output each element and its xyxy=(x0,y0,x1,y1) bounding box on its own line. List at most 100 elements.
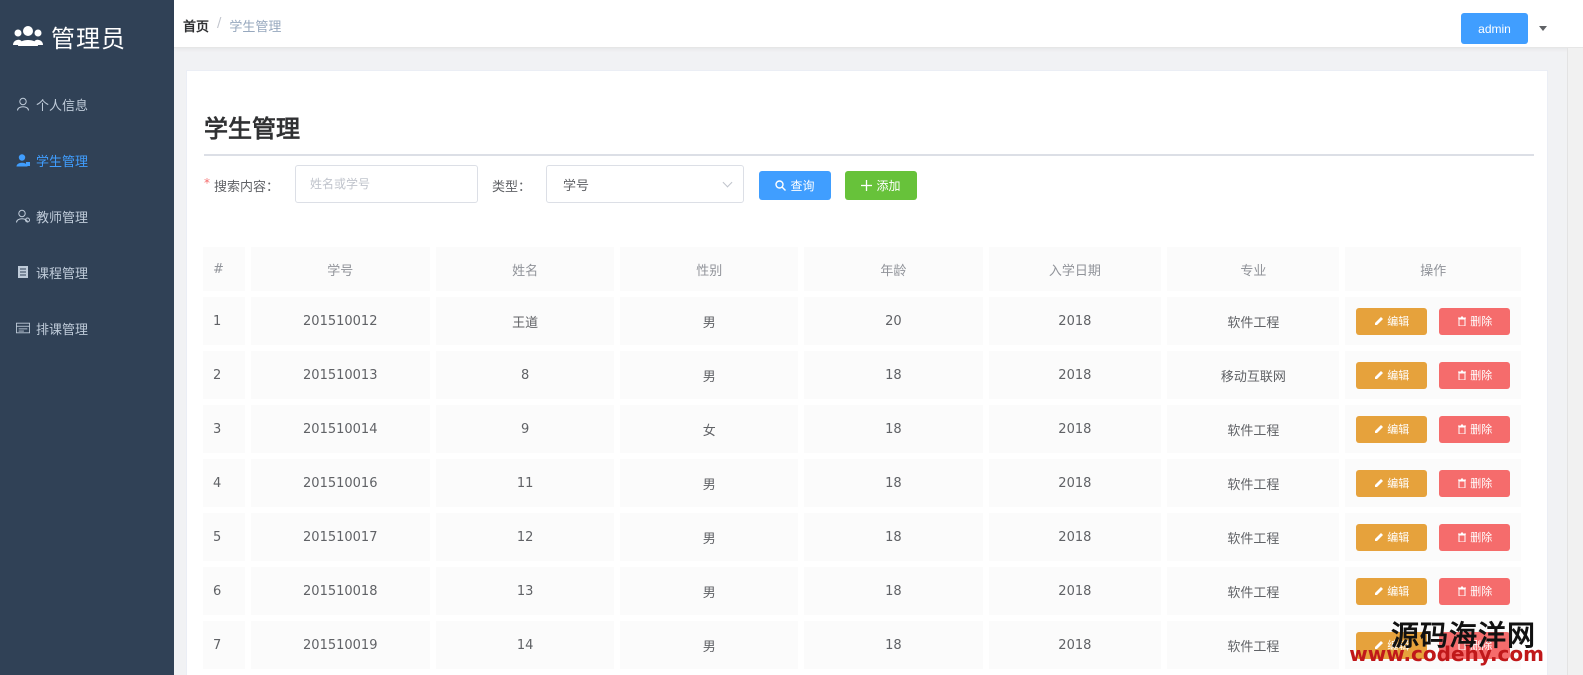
table-cell: 201510016 xyxy=(250,459,431,507)
table-row: 7 201510019 14 男 18 2018 软件工程 编辑 删除 xyxy=(203,621,1521,669)
book-icon xyxy=(18,266,28,278)
table-row: 6 201510018 13 男 18 2018 软件工程 编辑 删除 xyxy=(203,567,1521,615)
table-cell: 18 xyxy=(804,351,983,399)
delete-button[interactable]: 删除 xyxy=(1439,577,1511,605)
delete-button[interactable]: 删除 xyxy=(1439,523,1511,551)
edit-button[interactable]: 编辑 xyxy=(1356,307,1428,335)
delete-button[interactable]: 删除 xyxy=(1439,469,1511,497)
table-cell: 男 xyxy=(620,459,799,507)
table-cell: 18 xyxy=(804,513,983,561)
sidebar-item-teachers[interactable]: 教师管理 xyxy=(0,188,174,244)
query-button-label: 查询 xyxy=(790,179,815,193)
table-cell-actions: 编辑 删除 xyxy=(1345,405,1521,453)
delete-button-label: 删除 xyxy=(1470,478,1493,490)
trash-icon xyxy=(1458,640,1467,650)
table-row: 1 201510012 王道男 20 2018 软件工程 编辑 删除 xyxy=(203,297,1521,345)
required-mark: * xyxy=(204,176,210,190)
column-header: 学号 xyxy=(250,247,431,291)
user-menu-button[interactable]: admin xyxy=(1461,13,1528,44)
edit-button-label: 编辑 xyxy=(1387,370,1410,382)
edit-icon xyxy=(1375,371,1384,379)
table-cell: 201510012 xyxy=(250,297,431,345)
trash-icon xyxy=(1458,316,1467,326)
table-cell: 软件工程 xyxy=(1167,513,1340,561)
row-actions: 编辑 删除 xyxy=(1345,523,1521,551)
table-cell: 2018 xyxy=(988,459,1162,507)
delete-button[interactable]: 删除 xyxy=(1439,415,1511,443)
edit-button-label: 编辑 xyxy=(1387,478,1410,490)
table-cell: 8 xyxy=(436,351,615,399)
delete-button[interactable]: 删除 xyxy=(1439,631,1511,659)
edit-button[interactable]: 编辑 xyxy=(1356,415,1428,443)
breadcrumb-home[interactable]: 首页 xyxy=(183,16,209,35)
brand: 管理员 xyxy=(0,0,174,72)
search-form: * 搜索内容： 类型： 学号 查询 添加 xyxy=(204,164,1204,204)
trash-icon xyxy=(1458,532,1467,542)
delete-button-label: 删除 xyxy=(1470,316,1493,328)
row-actions: 编辑 删除 xyxy=(1345,415,1521,443)
delete-button-label: 删除 xyxy=(1470,370,1493,382)
table-cell: 201510018 xyxy=(250,567,431,615)
table-cell: 男 xyxy=(620,513,799,561)
table-cell: 王道 xyxy=(436,297,615,345)
trash-icon xyxy=(1458,586,1467,596)
query-button[interactable]: 查询 xyxy=(759,171,831,200)
teacher-icon xyxy=(16,209,30,223)
sidebar: 管理员 个人信息 学生管理 教师管理 课程管理 排课管理 xyxy=(0,0,174,675)
sidebar-item-profile[interactable]: 个人信息 xyxy=(0,76,174,132)
table-cell: 2018 xyxy=(988,621,1162,669)
add-button[interactable]: 添加 xyxy=(845,171,917,200)
type-label: 类型： xyxy=(492,180,532,195)
table-cell: 9 xyxy=(436,405,615,453)
table-cell: 男 xyxy=(620,621,799,669)
table-cell: 201510014 xyxy=(250,405,431,453)
table-cell-actions: 编辑 删除 xyxy=(1345,621,1521,669)
student-icon xyxy=(16,154,30,167)
type-select-value: 学号 xyxy=(563,178,590,194)
trash-icon xyxy=(1458,370,1467,380)
column-header: 操作 xyxy=(1345,247,1521,291)
vertical-scrollbar[interactable] xyxy=(1567,48,1583,675)
edit-button-label: 编辑 xyxy=(1387,316,1410,328)
table-cell: 20 xyxy=(804,297,983,345)
table-cell: 2018 xyxy=(988,567,1162,615)
sidebar-item-label: 课程管理 xyxy=(36,266,89,282)
sidebar-item-courses[interactable]: 课程管理 xyxy=(0,244,174,300)
search-icon xyxy=(775,180,787,191)
delete-button-label: 删除 xyxy=(1470,586,1493,598)
table-cell: 13 xyxy=(436,567,615,615)
breadcrumb-current: 学生管理 xyxy=(229,20,282,35)
edit-button[interactable]: 编辑 xyxy=(1356,469,1428,497)
table-cell: 移动互联网 xyxy=(1167,351,1340,399)
table-cell-actions: 编辑 删除 xyxy=(1345,567,1521,615)
table-cell: 12 xyxy=(436,513,615,561)
type-select[interactable]: 学号 xyxy=(546,165,744,203)
edit-button[interactable]: 编辑 xyxy=(1356,577,1428,605)
table-cell: 软件工程 xyxy=(1167,405,1340,453)
sidebar-item-label: 排课管理 xyxy=(36,322,89,338)
breadcrumb-separator: / xyxy=(217,16,222,31)
row-actions: 编辑 删除 xyxy=(1345,577,1521,605)
edit-button-label: 编辑 xyxy=(1387,640,1410,652)
sidebar-item-students[interactable]: 学生管理 xyxy=(0,132,174,188)
table-cell: 软件工程 xyxy=(1167,459,1340,507)
delete-button[interactable]: 删除 xyxy=(1439,361,1511,389)
edit-button[interactable]: 编辑 xyxy=(1356,361,1428,389)
delete-button[interactable]: 删除 xyxy=(1439,307,1511,335)
table-cell: 18 xyxy=(804,567,983,615)
row-actions: 编辑 删除 xyxy=(1345,307,1521,335)
add-button-label: 添加 xyxy=(876,179,901,193)
row-actions: 编辑 删除 xyxy=(1345,469,1521,497)
table-cell-actions: 编辑 删除 xyxy=(1345,459,1521,507)
delete-button-label: 删除 xyxy=(1470,640,1493,652)
edit-button[interactable]: 编辑 xyxy=(1356,631,1428,659)
table-cell: 男 xyxy=(620,297,799,345)
users-icon xyxy=(13,26,43,46)
edit-button[interactable]: 编辑 xyxy=(1356,523,1428,551)
search-input[interactable] xyxy=(295,165,478,203)
breadcrumb: 首页 / 学生管理 xyxy=(183,16,281,35)
table-row: 2 201510013 8 男 18 2018 移动互联网 编辑 删除 xyxy=(203,351,1521,399)
sidebar-item-schedule[interactable]: 排课管理 xyxy=(0,300,174,356)
table-cell: 2018 xyxy=(988,513,1162,561)
chevron-down-icon[interactable] xyxy=(1539,26,1547,31)
